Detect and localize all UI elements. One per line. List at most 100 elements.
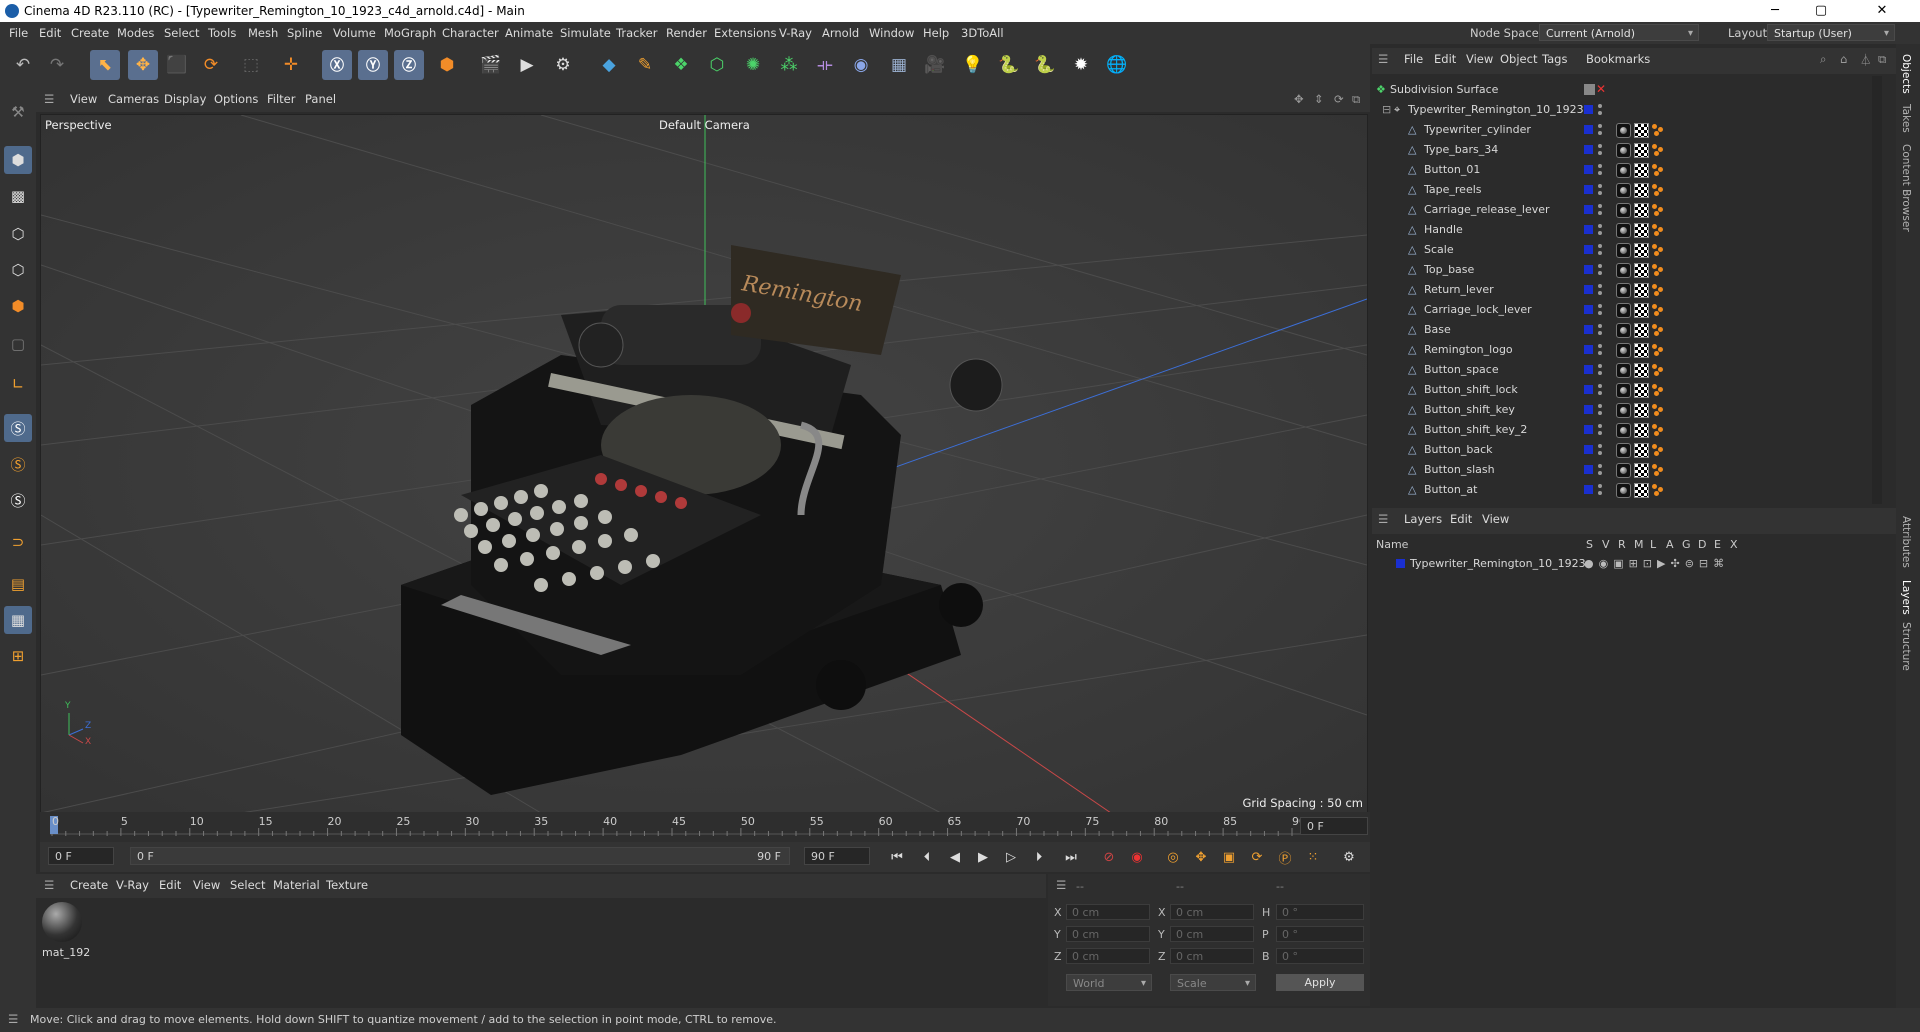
object-row[interactable]: △ Type_bars_34 (1372, 140, 1882, 160)
axis-mode-icon[interactable]: ∟ (4, 370, 32, 398)
object-row[interactable]: △ Base (1372, 320, 1882, 340)
visibility-dots[interactable] (1598, 443, 1602, 457)
material-tag-icon[interactable] (1616, 243, 1631, 258)
viewport-maximize-icon[interactable]: ⧉ (1352, 92, 1360, 107)
render-view-icon[interactable]: 🎬 (476, 50, 506, 80)
uvw-tag-icon[interactable] (1634, 223, 1649, 238)
uvw-tag-icon[interactable] (1634, 463, 1649, 478)
viewport-menu-options[interactable]: Options (214, 92, 258, 106)
object-row[interactable]: △ Button_space (1372, 360, 1882, 380)
material-tag-icon[interactable] (1616, 343, 1631, 358)
phong-tag-icon[interactable] (1652, 244, 1664, 256)
layer-column-header[interactable]: A (1666, 538, 1674, 551)
render-picture-viewer-icon[interactable]: ▶ (512, 50, 542, 80)
tab-content-browser[interactable]: Content Browser (1900, 144, 1912, 232)
phong-tag-icon[interactable] (1652, 304, 1664, 316)
coord-pos-y-field[interactable]: 0 cm (1066, 926, 1150, 942)
scale-tool-icon[interactable]: ⬛ (162, 50, 192, 80)
visibility-dots[interactable] (1598, 343, 1602, 357)
phong-tag-icon[interactable] (1652, 164, 1664, 176)
redo-icon[interactable]: ↷ (42, 50, 72, 80)
layer-column-header[interactable]: D (1698, 538, 1706, 551)
uvw-tag-icon[interactable] (1634, 283, 1649, 298)
rotate-tool-icon[interactable]: ⟳ (196, 50, 226, 80)
tab-objects[interactable]: Objects (1900, 54, 1912, 94)
cloner-icon[interactable]: ✺ (738, 50, 768, 80)
record-icon[interactable]: ⊘ (1098, 847, 1120, 867)
material-menu-view[interactable]: View (193, 878, 220, 892)
material-hamburger-icon[interactable]: ☰ (44, 878, 54, 892)
phong-tag-icon[interactable] (1652, 344, 1664, 356)
uvw-tag-icon[interactable] (1634, 423, 1649, 438)
phong-tag-icon[interactable] (1652, 204, 1664, 216)
material-tag-icon[interactable] (1616, 363, 1631, 378)
object-row[interactable]: △ Button_shift_lock (1372, 380, 1882, 400)
node-space-dropdown[interactable]: Current (Arnold) (1539, 24, 1699, 42)
objects-menu-tags[interactable]: Tags (1542, 52, 1567, 66)
material-tag-icon[interactable] (1616, 483, 1631, 498)
visibility-dots[interactable] (1598, 223, 1602, 237)
object-row[interactable]: △ Typewriter_cylinder (1372, 120, 1882, 140)
visibility-dots[interactable] (1598, 283, 1602, 297)
timeline-settings-icon[interactable]: ⚙ (1338, 847, 1360, 867)
menu-edit[interactable]: Edit (39, 26, 61, 40)
generator-disabled-icon[interactable]: ✕ (1596, 82, 1606, 96)
menu-tools[interactable]: Tools (208, 26, 236, 40)
python-generator-icon[interactable]: 🐍 (1030, 50, 1060, 80)
uvw-tag-icon[interactable] (1634, 163, 1649, 178)
objects-menu-view[interactable]: View (1466, 52, 1493, 66)
layer-row[interactable]: Typewriter_Remington_10_1923 ●◉▣⊞⊡▶✣⊜⊟⌘ (1372, 554, 1896, 574)
field-icon[interactable]: ◉ (846, 50, 876, 80)
y-axis-lock-icon[interactable]: Ⓨ (358, 50, 388, 80)
uvw-tag-icon[interactable] (1634, 183, 1649, 198)
coord-rot-p-field[interactable]: 0 ° (1276, 926, 1364, 942)
visibility-dots[interactable] (1598, 403, 1602, 417)
material-thumbnail[interactable] (42, 902, 82, 942)
key-rotation-icon[interactable]: ⟳ (1246, 847, 1268, 867)
deformer-icon[interactable]: ⟛ (810, 50, 840, 80)
object-row[interactable]: △ Button_01 (1372, 160, 1882, 180)
menu-vray[interactable]: V-Ray (779, 26, 812, 40)
grid-icon[interactable]: ▦ (4, 606, 32, 634)
objects-search-icon[interactable]: ⌕ (1820, 52, 1826, 67)
visibility-dots[interactable] (1598, 103, 1602, 117)
autokey-icon[interactable]: ◉ (1126, 847, 1148, 867)
object-row[interactable]: △ Button_shift_key_2 (1372, 420, 1882, 440)
visibility-dots[interactable] (1598, 123, 1602, 137)
coord-size-y-field[interactable]: 0 cm (1170, 926, 1254, 942)
layers-hamburger-icon[interactable]: ☰ (1378, 512, 1388, 526)
object-row[interactable]: △ Tape_reels (1372, 180, 1882, 200)
viewport-menu-display[interactable]: Display (164, 92, 206, 106)
magnet-icon[interactable]: ⊃ (4, 528, 32, 556)
uvw-tag-icon[interactable] (1634, 123, 1649, 138)
menu-modes[interactable]: Modes (117, 26, 154, 40)
key-param-icon[interactable]: Ⓟ (1274, 847, 1296, 867)
uv-mode-icon[interactable]: ▢ (4, 330, 32, 358)
phong-tag-icon[interactable] (1652, 444, 1664, 456)
layers-menu-edit[interactable]: Edit (1450, 512, 1472, 526)
menu-file[interactable]: File (9, 26, 28, 40)
next-key-icon[interactable]: ⏵ (1028, 847, 1050, 867)
phong-tag-icon[interactable] (1652, 384, 1664, 396)
visibility-dots[interactable] (1598, 183, 1602, 197)
uvw-tag-icon[interactable] (1634, 363, 1649, 378)
object-row[interactable]: △ Scale (1372, 240, 1882, 260)
coord-rot-h-field[interactable]: 0 ° (1276, 904, 1364, 920)
menu-volume[interactable]: Volume (333, 26, 376, 40)
visibility-dots[interactable] (1598, 303, 1602, 317)
layer-column-header[interactable]: E (1714, 538, 1721, 551)
status-hamburger-icon[interactable]: ☰ (8, 1012, 18, 1026)
layer-color-swatch[interactable] (1396, 559, 1405, 568)
material-tag-icon[interactable] (1616, 423, 1631, 438)
menu-tracker[interactable]: Tracker (616, 26, 658, 40)
object-row[interactable]: △ Carriage_lock_lever (1372, 300, 1882, 320)
uvw-tag-icon[interactable] (1634, 323, 1649, 338)
perspective-viewport[interactable]: Remington Perspective Default Camera Y Z… (40, 114, 1368, 814)
layer-column-header[interactable]: G (1682, 538, 1691, 551)
objects-menu-edit[interactable]: Edit (1434, 52, 1456, 66)
uvw-tag-icon[interactable] (1634, 403, 1649, 418)
material-tag-icon[interactable] (1616, 383, 1631, 398)
object-row[interactable]: △ Remington_logo (1372, 340, 1882, 360)
next-frame-icon[interactable]: ▷ (1000, 847, 1022, 867)
menu-mograph[interactable]: MoGraph (384, 26, 436, 40)
